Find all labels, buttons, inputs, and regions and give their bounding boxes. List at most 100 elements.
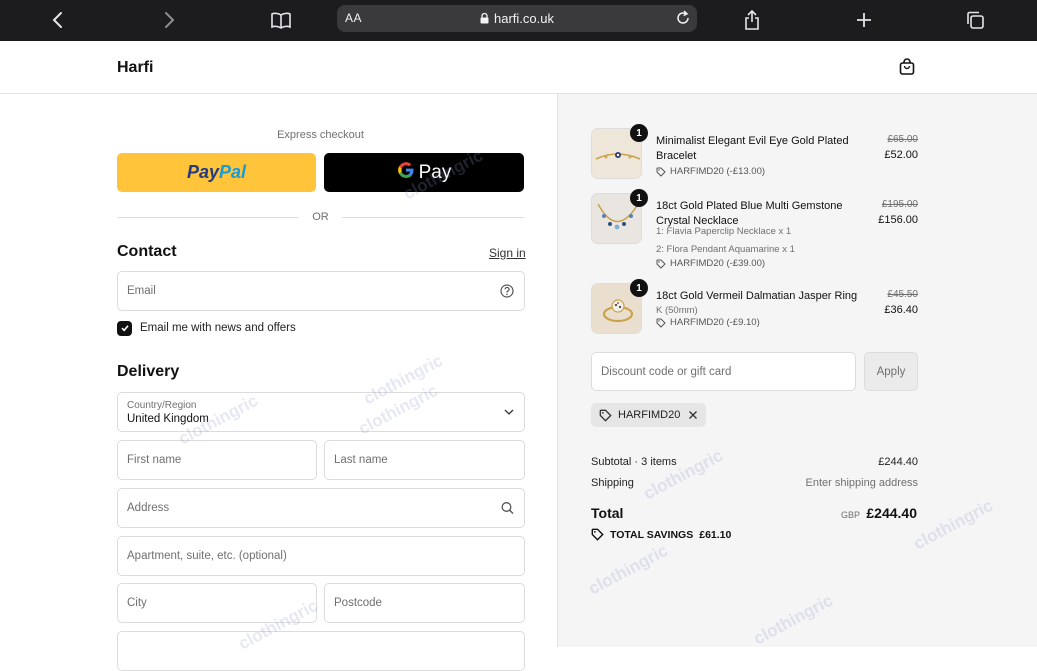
- item-price: £52.00: [884, 149, 918, 161]
- brand-logo[interactable]: Harfi: [117, 59, 153, 77]
- search-icon: [501, 502, 514, 515]
- lock-icon: [480, 12, 489, 27]
- reload-icon[interactable]: [675, 9, 691, 30]
- line-item: 1 18ct Gold Vermeil Dalmatian Jasper Rin…: [591, 279, 918, 335]
- google-g-icon: [397, 161, 415, 185]
- shop-header: Harfi: [0, 41, 1037, 94]
- discount-code-input[interactable]: Discount code or gift card: [591, 352, 856, 391]
- subtotal-value: £244.40: [878, 456, 918, 468]
- quantity-badge: 1: [630, 189, 648, 207]
- apply-discount-button[interactable]: Apply: [864, 352, 918, 391]
- tag-icon: [656, 167, 666, 177]
- email-field[interactable]: Email: [117, 271, 525, 311]
- last-name-field[interactable]: Last name: [324, 440, 525, 480]
- address-placeholder: Address: [127, 502, 170, 514]
- shipping-value: Enter shipping address: [805, 477, 918, 489]
- line-item: 1 18ct Gold Plated Blue Multi Gemstone C…: [591, 189, 918, 269]
- phone-field[interactable]: [117, 631, 525, 671]
- item-price: £156.00: [878, 214, 918, 226]
- email-placeholder: Email: [127, 285, 156, 297]
- item-option: K (50mm): [656, 305, 698, 316]
- last-name-placeholder: Last name: [334, 454, 388, 466]
- applied-code-text: HARFIMD20: [618, 409, 681, 421]
- delivery-title: Delivery: [117, 363, 180, 380]
- item-name: 18ct Gold Plated Blue Multi Gemstone Cry…: [656, 200, 843, 227]
- forward-icon[interactable]: [155, 6, 183, 34]
- item-name: Minimalist Elegant Evil Eye Gold Plated …: [656, 135, 849, 162]
- shipping-row: Shipping Enter shipping address: [591, 477, 918, 489]
- browser-toolbar: AA harfi.co.uk: [0, 0, 1037, 41]
- subtotal-label: Subtotal · 3 items: [591, 456, 677, 468]
- first-name-field[interactable]: First name: [117, 440, 317, 480]
- city-field[interactable]: City: [117, 583, 317, 623]
- paypal-logo-right: Pal: [219, 162, 247, 182]
- discount-placeholder: Discount code or gift card: [601, 366, 732, 378]
- total-savings: TOTAL SAVINGS £61.10: [591, 528, 731, 541]
- contact-title: Contact: [117, 243, 177, 260]
- newsletter-checkbox[interactable]: [117, 320, 132, 336]
- tag-icon: [656, 259, 666, 269]
- item-name: 18ct Gold Vermeil Dalmatian Jasper Ring: [656, 290, 858, 302]
- savings-label: TOTAL SAVINGS: [610, 528, 694, 541]
- item-discount: HARFIMD20 (-£39.00): [656, 258, 765, 269]
- help-icon[interactable]: [500, 284, 514, 298]
- line-item: 1 Minimalist Elegant Evil Eye Gold Plate…: [591, 124, 918, 180]
- item-discount: HARFIMD20 (-£9.10): [656, 317, 760, 328]
- url-display[interactable]: harfi.co.uk: [337, 11, 697, 27]
- apartment-field[interactable]: Apartment, suite, etc. (optional): [117, 536, 525, 576]
- total-value: £244.40: [866, 505, 917, 521]
- new-tab-icon[interactable]: [850, 6, 878, 34]
- checkout-form: Express checkout Pay Pal Pay OR Contact S…: [0, 94, 557, 671]
- or-label: OR: [312, 211, 329, 223]
- applied-discount-chip: HARFIMD20: [591, 403, 707, 427]
- shipping-label: Shipping: [591, 477, 634, 489]
- share-icon[interactable]: [738, 6, 766, 34]
- item-discount-text: HARFIMD20 (-£13.00): [670, 166, 766, 177]
- country-select[interactable]: Country/Region United Kingdom: [117, 392, 525, 432]
- item-original-price: £45.50: [887, 289, 918, 300]
- or-divider: OR: [117, 210, 524, 224]
- tag-icon: [599, 409, 612, 422]
- item-original-price: £195.00: [881, 199, 918, 210]
- bookmarks-icon[interactable]: [267, 6, 295, 34]
- chevron-down-icon: [504, 409, 514, 416]
- sign-in-link[interactable]: Sign in: [489, 246, 526, 260]
- total-label: Total: [591, 505, 624, 521]
- total-currency: GBP: [841, 510, 861, 520]
- url-text: harfi.co.uk: [494, 11, 554, 26]
- shopping-bag-icon[interactable]: [897, 57, 917, 82]
- address-bar[interactable]: AA harfi.co.uk: [337, 5, 697, 32]
- tabs-overview-icon[interactable]: [961, 6, 989, 34]
- city-placeholder: City: [127, 597, 147, 609]
- item-discount-text: HARFIMD20 (-£39.00): [670, 258, 766, 269]
- google-pay-button[interactable]: Pay: [324, 153, 524, 192]
- subtotal-row: Subtotal · 3 items £244.40: [591, 456, 918, 468]
- item-price: £36.40: [884, 304, 918, 316]
- tag-icon: [656, 318, 666, 328]
- express-checkout-label: Express checkout: [277, 129, 364, 141]
- remove-discount-icon[interactable]: [688, 410, 698, 420]
- newsletter-label: Email me with news and offers: [140, 322, 296, 334]
- newsletter-checkbox-row[interactable]: Email me with news and offers: [117, 320, 296, 336]
- google-pay-label: Pay: [418, 161, 452, 183]
- item-original-price: £65.00: [887, 134, 918, 145]
- item-option: 2: Flora Pendant Aquamarine x 1: [656, 244, 795, 255]
- back-icon[interactable]: [44, 6, 72, 34]
- apartment-placeholder: Apartment, suite, etc. (optional): [127, 550, 287, 562]
- address-field[interactable]: Address: [117, 488, 525, 528]
- order-summary: 1 Minimalist Elegant Evil Eye Gold Plate…: [557, 94, 1037, 647]
- savings-value: £61.10: [699, 528, 732, 541]
- item-discount-text: HARFIMD20 (-£9.10): [670, 317, 760, 328]
- paypal-button[interactable]: Pay Pal: [117, 153, 316, 192]
- item-discount: HARFIMD20 (-£13.00): [656, 166, 765, 177]
- tag-icon: [591, 528, 604, 541]
- country-label: Country/Region: [127, 400, 197, 411]
- quantity-badge: 1: [630, 279, 648, 297]
- item-option: 1: Flavia Paperclip Necklace x 1: [656, 226, 792, 237]
- first-name-placeholder: First name: [127, 454, 182, 466]
- quantity-badge: 1: [630, 124, 648, 142]
- postcode-field[interactable]: Postcode: [324, 583, 525, 623]
- country-value: United Kingdom: [127, 413, 209, 425]
- postcode-placeholder: Postcode: [334, 597, 382, 609]
- paypal-logo-left: Pay: [186, 162, 219, 182]
